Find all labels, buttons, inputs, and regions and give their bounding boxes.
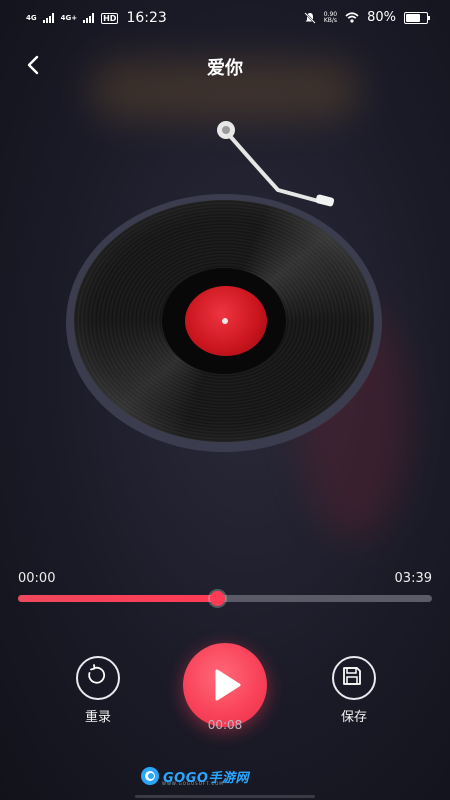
- signal-2: 4G+: [60, 13, 78, 22]
- status-left: 4G 4G+ HD 16:23: [26, 10, 167, 26]
- hd-badge: HD: [101, 12, 119, 24]
- elapsed-time: 00:08: [207, 718, 243, 732]
- progress-thumb[interactable]: [209, 591, 225, 606]
- current-time: 00:00: [18, 571, 56, 586]
- save-icon: [343, 667, 361, 685]
- rerecord-button[interactable]: 重录: [70, 656, 126, 725]
- page-title: 爱你: [207, 58, 243, 79]
- gogo-logo-icon: [141, 767, 159, 785]
- watermark-sub: WWW.GOGOSOFT.COM: [162, 781, 224, 786]
- record-spindle: [222, 318, 228, 324]
- save-circle: [332, 656, 376, 700]
- signal-bars-icon: [83, 13, 95, 23]
- status-right: 0.90 KB/s 80%: [304, 10, 430, 25]
- vinyl-record: [74, 200, 374, 442]
- home-indicator: [135, 795, 315, 798]
- total-time: 03:39: [394, 571, 432, 586]
- watermark: GOGO手游网 WWW.GOGOSOFT.COM: [140, 766, 249, 786]
- mute-icon: [304, 11, 316, 24]
- network-speed: 0.90 KB/s: [323, 11, 338, 24]
- battery-percent: 80%: [367, 10, 396, 25]
- battery-icon: [404, 11, 430, 24]
- play-icon: [215, 669, 241, 701]
- progress-fill: [18, 595, 217, 602]
- battery-level: [406, 13, 421, 22]
- wifi-icon: [345, 12, 359, 23]
- save-button[interactable]: 保存: [326, 656, 382, 725]
- status-bar: 4G 4G+ HD 16:23 0.90 KB/s 80%: [0, 0, 450, 36]
- play-button[interactable]: [183, 643, 267, 727]
- speed-unit: KB/s: [323, 16, 338, 24]
- clock: 16:23: [126, 10, 167, 26]
- rerecord-circle: [76, 656, 120, 700]
- signal-1: 4G: [26, 13, 37, 22]
- signal-bars-icon: [42, 13, 54, 23]
- tonearm: [217, 121, 335, 207]
- refresh-icon: [88, 664, 105, 684]
- progress-slider[interactable]: [18, 591, 432, 606]
